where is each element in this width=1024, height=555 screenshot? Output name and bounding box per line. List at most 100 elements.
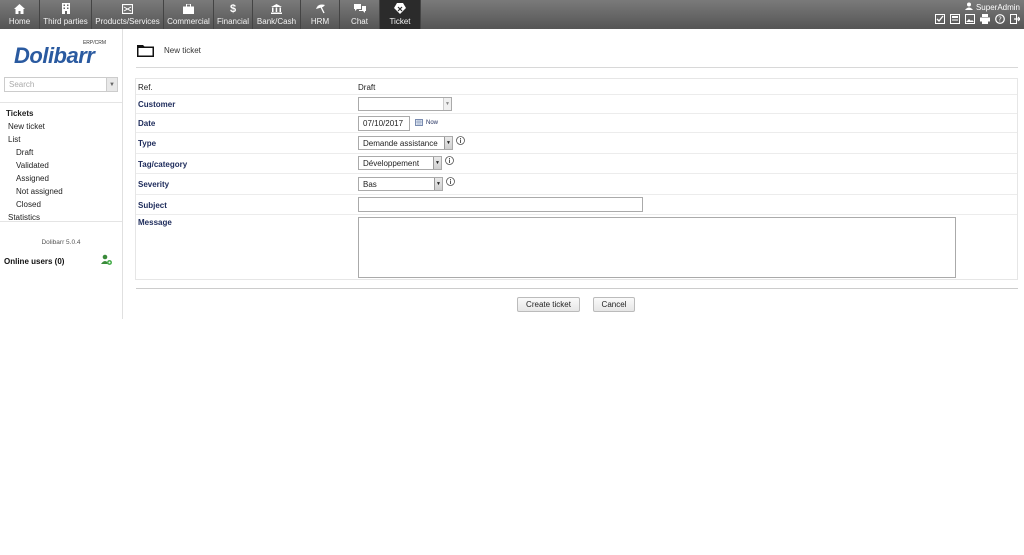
chevron-down-icon[interactable]: ▼ [444,137,452,149]
tab-commercial[interactable]: Commercial [164,0,214,29]
info-icon [446,177,455,186]
ticket-form: Ref. Draft Customer ▼ Date 07/10/2017 No… [135,78,1018,280]
svg-text:?: ? [998,16,1002,24]
chevron-down-icon[interactable]: ▼ [106,78,117,91]
logout-icon[interactable] [1010,14,1020,24]
version-text: Dolibarr 5.0.4 [41,239,81,246]
logo[interactable]: ERP/CRM Dolibarr [14,40,110,68]
dollar-icon: $ [229,2,237,15]
calendar-icon[interactable] [415,119,423,126]
user-menu[interactable]: SuperAdmin [964,2,1020,12]
customer-label: Customer [138,100,176,109]
menu-divider [0,221,122,222]
message-label: Message [138,218,172,227]
left-sidebar: ERP/CRM Dolibarr Search ▼ Tickets New ti… [0,29,123,319]
print-icon[interactable] [980,14,990,24]
date-value: 07/10/2017 [363,119,404,128]
tab-financial-label: Financial [216,17,249,26]
menu-item-draft[interactable]: Draft [0,146,122,159]
message-textarea[interactable] [358,217,956,278]
row-customer: Customer ▼ [136,95,1017,114]
bank-icon [271,3,283,14]
help-icon[interactable]: ? [995,14,1005,24]
chevron-down-icon[interactable]: ▼ [434,178,442,190]
bookmark-icon[interactable] [950,14,960,24]
left-menu: Tickets New ticket List Draft Validated … [0,102,122,224]
row-message: Message [136,215,1017,279]
tab-hrm-label: HRM [310,17,330,26]
page-title-text: New ticket [164,46,201,55]
row-severity: Severity Bas ▼ [136,174,1017,195]
date-label: Date [138,119,156,128]
building-icon [60,3,72,14]
tab-ticket[interactable]: Ticket [380,0,421,29]
create-ticket-button[interactable]: Create ticket [517,297,580,312]
type-value: Demande assistance [363,139,438,148]
image-icon[interactable] [965,14,975,24]
chevron-down-icon[interactable]: ▼ [443,98,451,110]
tab-home[interactable]: Home [0,0,40,29]
customer-select[interactable]: ▼ [358,97,452,111]
page-title: New ticket [137,44,201,57]
tab-home-label: Home [8,17,31,26]
logo-name: Dolibarr [14,43,95,68]
ref-value: Draft [358,83,376,92]
tab-third-parties-label: Third parties [43,17,88,26]
title-divider [136,67,1018,68]
menu-item-assigned[interactable]: Assigned [0,172,122,185]
tab-third-parties[interactable]: Third parties [40,0,92,29]
top-icons: ? [935,14,1020,24]
tab-hrm[interactable]: HRM [301,0,340,29]
search-placeholder: Search [9,80,35,89]
row-ref: Ref. Draft [136,79,1017,95]
severity-select[interactable]: Bas ▼ [358,177,443,191]
cancel-button[interactable]: Cancel [593,297,635,312]
severity-label: Severity [138,180,170,189]
menu-heading-tickets[interactable]: Tickets [0,107,122,120]
menu-item-closed[interactable]: Closed [0,198,122,211]
info-icon [445,156,454,165]
menu-item-validated[interactable]: Validated [0,159,122,172]
tab-bank-cash[interactable]: Bank/Cash [253,0,301,29]
tab-chat[interactable]: Chat [340,0,380,29]
online-users: Online users (0) [4,254,118,266]
severity-value: Bas [363,180,377,189]
form-divider [136,288,1018,289]
ticket-icon [394,3,406,14]
type-label: Type [138,139,157,148]
top-menu-bar: Home Third parties Products/Services Com… [0,0,1024,29]
subject-input[interactable] [358,197,643,212]
online-users-label: Online users (0) [4,257,65,266]
row-date: Date 07/10/2017 Now [136,114,1017,133]
row-subject: Subject [136,195,1017,215]
menu-item-not-assigned[interactable]: Not assigned [0,185,122,198]
row-tag-category: Tag/category Développement ▼ [136,154,1017,174]
chevron-down-icon[interactable]: ▼ [433,157,441,169]
chat-icon [353,3,366,14]
type-select[interactable]: Demande assistance ▼ [358,136,453,150]
tab-commercial-label: Commercial [167,17,210,26]
row-type: Type Demande assistance ▼ [136,133,1017,154]
menu-item-new-ticket[interactable]: New ticket [0,120,122,133]
ref-label: Ref. [138,83,153,92]
tab-bank-cash-label: Bank/Cash [256,17,297,26]
info-icon [456,136,465,145]
box-icon [122,3,134,14]
tab-products-services[interactable]: Products/Services [92,0,164,29]
checklist-icon[interactable] [935,14,945,24]
user-icon [964,2,973,12]
tag-category-label: Tag/category [138,160,188,169]
home-icon [14,3,26,14]
menu-item-list[interactable]: List [0,133,122,146]
user-name: SuperAdmin [975,2,1020,12]
tag-category-select[interactable]: Développement ▼ [358,156,442,170]
date-input[interactable]: 07/10/2017 [358,116,410,131]
tab-financial[interactable]: $ Financial [214,0,253,29]
now-link[interactable]: Now [426,120,438,126]
subject-label: Subject [138,201,167,210]
search-input[interactable]: Search ▼ [4,77,118,92]
tag-category-value: Développement [363,159,420,168]
menu-item-statistics[interactable]: Statistics [0,211,122,224]
tab-ticket-label: Ticket [389,17,411,26]
briefcase-icon [183,3,195,14]
